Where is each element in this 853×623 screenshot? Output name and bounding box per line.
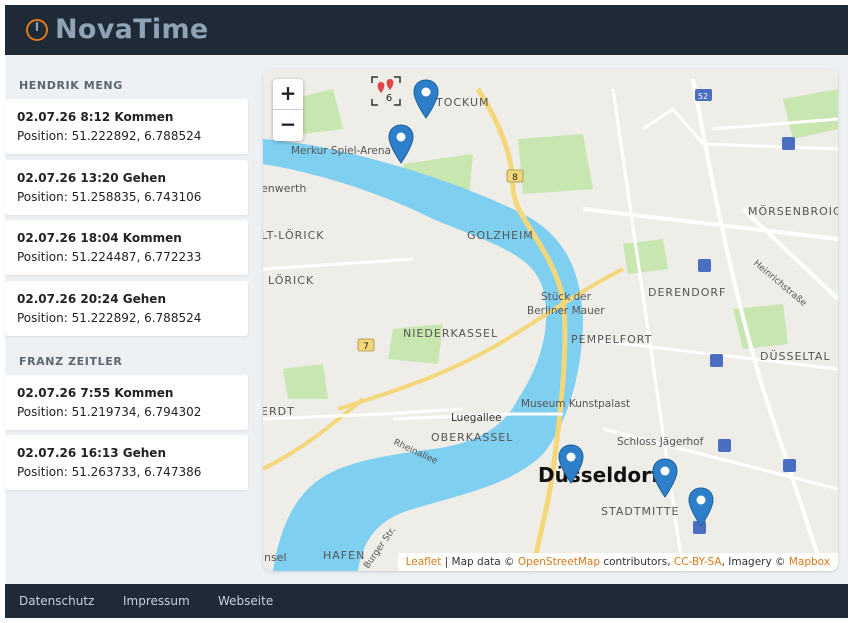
license-link[interactable]: CC-BY-SA	[674, 556, 722, 568]
person-name: HENDRIK MENG	[19, 79, 123, 92]
route-label: 52	[698, 92, 708, 101]
entry-position: Position: 51.222892, 6.788524	[17, 311, 202, 325]
entry-position: Position: 51.258835, 6.743106	[17, 190, 202, 204]
footer-link-datenschutz[interactable]: Datenschutz	[19, 594, 94, 608]
map-place-label: HAFEN	[323, 549, 365, 562]
osm-link[interactable]: OpenStreetMap	[518, 556, 600, 568]
top-bar: NovaTime	[5, 5, 848, 55]
map-place-label: NIEDERKASSEL	[403, 327, 498, 340]
map-attribution: Leaflet | Map data © OpenStreetMap contr…	[397, 553, 838, 571]
entry-position: Position: 51.263733, 6.747386	[17, 465, 202, 479]
map-place-label: OBERKASSEL	[431, 431, 513, 444]
app-logo-text[interactable]: NovaTime	[55, 14, 208, 45]
cluster-count: 6	[386, 93, 392, 104]
route-label: 8	[512, 173, 518, 183]
entry-title: 02.07.26 13:20 Gehen	[17, 171, 166, 185]
map-place-label: STADTMITTE	[601, 505, 680, 518]
map-place-label: DERENDORF	[648, 286, 726, 299]
attribution-text: , Imagery ©	[721, 556, 789, 568]
attribution-text: contributors,	[600, 556, 674, 568]
map-place-label: PEMPELFORT	[571, 333, 652, 346]
map-marker-icon[interactable]	[388, 124, 414, 164]
map-place-label: LT-LÖRICK	[263, 229, 324, 242]
clock-logo-icon	[26, 19, 48, 41]
entry-title: 02.07.26 8:12 Kommen	[17, 110, 174, 124]
marker-cluster-icon[interactable]: 6	[371, 76, 401, 106]
map-place-label: DÜSSELTAL	[760, 350, 831, 363]
map-place-label: enwerth	[263, 182, 306, 195]
entry-card[interactable]: 02.07.26 8:12 Kommen Position: 51.222892…	[5, 99, 248, 154]
map-place-label: MÖRSENBROIC	[748, 205, 838, 218]
map-marker-icon[interactable]	[558, 444, 584, 484]
map-place-label: ERDT	[263, 405, 295, 418]
map-place-label: Schloss Jägerhof	[617, 436, 704, 448]
map-street-label: Luegallee	[451, 412, 502, 424]
footer-link-impressum[interactable]: Impressum	[123, 594, 190, 608]
map-place-label: Museum Kunstpalast	[521, 398, 630, 410]
map-marker-icon[interactable]	[413, 79, 439, 119]
map-place-label: Stück der	[541, 291, 592, 303]
map-place-label: GOLZHEIM	[467, 229, 534, 242]
zoom-control: + −	[273, 79, 303, 141]
map-place-label: insel	[263, 551, 287, 564]
map-place-label: Berliner Mauer	[527, 305, 605, 317]
mapbox-link[interactable]: Mapbox	[789, 556, 830, 568]
entry-title: 02.07.26 7:55 Kommen	[17, 386, 174, 400]
route-label: 7	[363, 342, 369, 352]
attribution-text: | Map data ©	[441, 556, 518, 568]
person-name: FRANZ ZEITLER	[19, 355, 123, 368]
zoom-in-button[interactable]: +	[273, 79, 303, 110]
entry-card[interactable]: 02.07.26 7:55 Kommen Position: 51.219734…	[5, 375, 248, 430]
entry-position: Position: 51.222892, 6.788524	[17, 129, 202, 143]
entry-card[interactable]: 02.07.26 20:24 Gehen Position: 51.222892…	[5, 281, 248, 336]
footer-link-webseite[interactable]: Webseite	[218, 594, 273, 608]
app-frame: NovaTime HENDRIK MENG 02.07.26 8:12 Komm…	[5, 5, 848, 618]
entry-title: 02.07.26 16:13 Gehen	[17, 446, 166, 460]
entry-card[interactable]: 02.07.26 16:13 Gehen Position: 51.263733…	[5, 435, 248, 490]
leaflet-link[interactable]: Leaflet	[406, 556, 442, 568]
entry-title: 02.07.26 20:24 Gehen	[17, 292, 166, 306]
map-place-label: Merkur Spiel-Arena	[291, 145, 391, 157]
entry-card[interactable]: 02.07.26 18:04 Kommen Position: 51.22448…	[5, 220, 248, 275]
entry-title: 02.07.26 18:04 Kommen	[17, 231, 182, 245]
zoom-out-button[interactable]: −	[273, 110, 303, 140]
entry-position: Position: 51.219734, 6.794302	[17, 405, 202, 419]
map-place-label: LÖRICK	[268, 274, 314, 287]
map-marker-icon[interactable]	[688, 487, 714, 527]
map-marker-icon[interactable]	[652, 458, 678, 498]
map-city-label: Düsseldorf	[538, 463, 660, 487]
map-tiles[interactable]: 8 7 52 STOCKUM Merkur Spiel-Arena enwert…	[263, 69, 838, 571]
map-view[interactable]: 8 7 52 STOCKUM Merkur Spiel-Arena enwert…	[263, 69, 838, 571]
entry-card[interactable]: 02.07.26 13:20 Gehen Position: 51.258835…	[5, 160, 248, 215]
entry-position: Position: 51.224487, 6.772233	[17, 250, 202, 264]
footer: Datenschutz Impressum Webseite	[5, 584, 848, 618]
